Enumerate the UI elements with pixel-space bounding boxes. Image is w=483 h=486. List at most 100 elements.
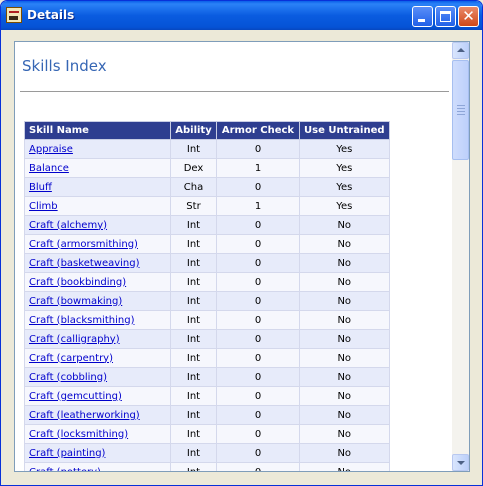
header-skill-name: Skill Name [24, 121, 171, 140]
skill-link[interactable]: Craft (basketweaving) [29, 258, 140, 269]
table-row: Craft (pottery) Int0No [24, 462, 390, 472]
details-window: Details ✕ Skills Index Skill Name Abilit… [0, 0, 483, 486]
armor-check-cell: 0 [216, 215, 300, 235]
skill-link[interactable]: Craft (pottery) [29, 467, 101, 472]
skills-table: Skill Name Ability Armor Check Use Untra… [24, 121, 390, 471]
minimize-button[interactable] [412, 6, 433, 27]
ability-cell: Int [170, 253, 217, 273]
ability-cell: Int [170, 291, 217, 311]
skill-link[interactable]: Balance [29, 163, 69, 174]
armor-check-cell: 0 [216, 367, 300, 387]
thumb-grip-icon [457, 105, 465, 106]
skill-link[interactable]: Craft (cobbling) [29, 372, 107, 383]
document-content: Skills Index Skill Name Ability Armor Ch… [15, 42, 452, 471]
scroll-thumb[interactable] [452, 60, 469, 160]
header-armor-check: Armor Check [216, 121, 300, 140]
thumb-grip-icon [457, 108, 465, 109]
table-row: Craft (painting) Int 0 No [24, 443, 390, 463]
use-untrained-cell: No [299, 272, 390, 292]
skill-name-cell: Craft (pottery) [24, 462, 171, 472]
ability-cell: Int [170, 329, 217, 349]
ability-cell: Dex [170, 158, 217, 178]
skill-name-cell: Craft (painting) [24, 443, 171, 463]
title-divider [20, 91, 449, 92]
window-title: Details [27, 8, 75, 22]
armor-check-cell: 0 [216, 443, 300, 463]
use-untrained-cell: Yes [299, 196, 390, 216]
skill-name-cell: Craft (bookbinding) [24, 272, 171, 292]
skill-link[interactable]: Craft (locksmithing) [29, 429, 128, 440]
armor-check-cell: 1 [216, 196, 300, 216]
use-untrained-cell: No [299, 405, 390, 425]
table-row: Appraise Int 0 Yes [24, 139, 390, 159]
skill-name-cell: Climb [24, 196, 171, 216]
close-button[interactable]: ✕ [458, 6, 479, 27]
skill-link[interactable]: Craft (gemcutting) [29, 391, 122, 402]
table-row: Craft (cobbling) Int 0 No [24, 367, 390, 387]
armor-check-cell: 0 [216, 329, 300, 349]
skill-name-cell: Craft (calligraphy) [24, 329, 171, 349]
use-untrained-cell: No [299, 215, 390, 235]
scroll-down-button[interactable] [452, 454, 469, 471]
armor-check-cell: 0 [216, 462, 300, 471]
skill-link[interactable]: Craft (leatherworking) [29, 410, 140, 421]
vertical-scrollbar[interactable] [452, 42, 469, 471]
skill-name-cell: Craft (leatherworking) [24, 405, 171, 425]
thumb-grip-icon [457, 114, 465, 115]
skill-link[interactable]: Craft (bookbinding) [29, 277, 126, 288]
header-use-untrained: Use Untrained [299, 121, 390, 140]
skill-name-cell: Craft (blacksmithing) [24, 310, 171, 330]
header-ability: Ability [170, 121, 217, 140]
skill-name-cell: Craft (alchemy) [24, 215, 171, 235]
skill-link[interactable]: Appraise [29, 144, 73, 155]
skill-link[interactable]: Bluff [29, 182, 52, 193]
page-title: Skills Index [22, 57, 107, 75]
use-untrained-cell: No [299, 443, 390, 463]
skill-link[interactable]: Craft (carpentry) [29, 353, 113, 364]
skill-name-cell: Appraise [24, 139, 171, 159]
table-row: Craft (armorsmithing) Int 0 No [24, 234, 390, 254]
skill-link[interactable]: Climb [29, 201, 58, 212]
skill-link[interactable]: Craft (blacksmithing) [29, 315, 134, 326]
title-bar[interactable]: Details ✕ [1, 1, 482, 30]
table-row: Craft (calligraphy) Int 0 No [24, 329, 390, 349]
armor-check-cell: 0 [216, 139, 300, 159]
skill-name-cell: Craft (locksmithing) [24, 424, 171, 444]
use-untrained-cell: No [299, 329, 390, 349]
ability-cell: Int [170, 367, 217, 387]
app-icon[interactable] [6, 7, 22, 23]
skill-link[interactable]: Craft (bowmaking) [29, 296, 122, 307]
armor-check-cell: 0 [216, 253, 300, 273]
skill-name-cell: Bluff [24, 177, 171, 197]
armor-check-cell: 0 [216, 234, 300, 254]
close-icon: ✕ [462, 7, 475, 25]
skill-name-cell: Craft (armorsmithing) [24, 234, 171, 254]
table-row: Craft (locksmithing) Int 0 No [24, 424, 390, 444]
document-pane: Skills Index Skill Name Ability Armor Ch… [14, 41, 470, 472]
table-header-row: Skill Name Ability Armor Check Use Untra… [24, 121, 390, 140]
ability-cell: Int [170, 348, 217, 368]
use-untrained-cell: No [299, 348, 390, 368]
ability-cell: Int [170, 215, 217, 235]
table-row: Bluff Cha 0 Yes [24, 177, 390, 197]
table-row: Balance Dex 1 Yes [24, 158, 390, 178]
scroll-up-button[interactable] [452, 42, 469, 59]
use-untrained-cell: No [299, 234, 390, 254]
ability-cell: Int [170, 139, 217, 159]
table-row: Craft (bowmaking) Int 0 No [24, 291, 390, 311]
armor-check-cell: 0 [216, 348, 300, 368]
skill-link[interactable]: Craft (armorsmithing) [29, 239, 138, 250]
table-row: Craft (leatherworking) Int 0 No [24, 405, 390, 425]
ability-cell: Int [170, 310, 217, 330]
minimize-icon [418, 19, 425, 22]
armor-check-cell: 0 [216, 424, 300, 444]
skill-link[interactable]: Craft (alchemy) [29, 220, 107, 231]
armor-check-cell: 0 [216, 405, 300, 425]
skill-link[interactable]: Craft (calligraphy) [29, 334, 120, 345]
skill-link[interactable]: Craft (painting) [29, 448, 105, 459]
ability-cell: Int [170, 386, 217, 406]
maximize-button[interactable] [435, 6, 456, 27]
table-row: Climb Str 1 Yes [24, 196, 390, 216]
use-untrained-cell: Yes [299, 139, 390, 159]
ability-cell: Int [170, 272, 217, 292]
